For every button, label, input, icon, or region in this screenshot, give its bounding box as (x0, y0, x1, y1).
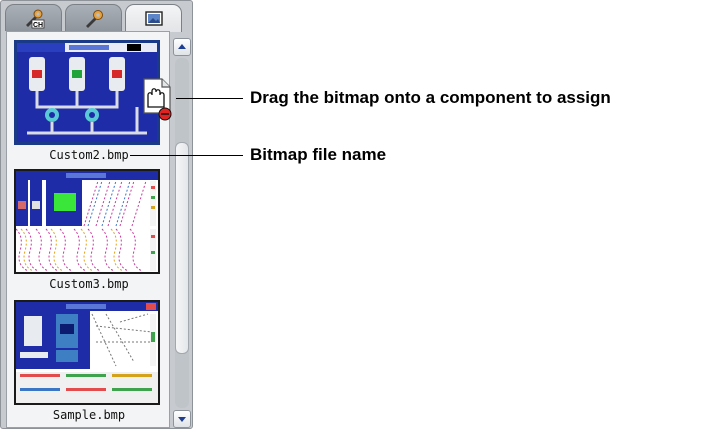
file-name-label: Sample.bmp (52, 408, 126, 422)
bitmap-panel: CH Custom2.bmp Custom3.bmp Sample.bmp (0, 0, 193, 429)
drag-cursor-icon (143, 78, 172, 121)
vertical-scrollbar[interactable] (173, 38, 191, 428)
arrow-down-icon (178, 417, 186, 422)
tab-bitmaps[interactable] (125, 4, 182, 32)
tab-ch-label: CH (33, 22, 43, 29)
scroll-track[interactable] (175, 58, 189, 408)
scroll-up-button[interactable] (173, 38, 191, 56)
drag-callout-line (176, 98, 243, 99)
tab-channel-settings[interactable]: CH (5, 4, 62, 31)
image-icon (145, 11, 163, 26)
tab-bar: CH (5, 4, 193, 32)
wrench-icon (86, 10, 103, 28)
drag-callout-text: Drag the bitmap onto a component to assi… (250, 88, 611, 107)
plant-diagram-image (17, 43, 157, 142)
channel-wrench-icon: CH (26, 9, 45, 29)
tab-settings[interactable] (65, 4, 122, 31)
scroll-down-button[interactable] (173, 410, 191, 428)
bitmap-thumbnail[interactable] (14, 300, 160, 405)
bitmap-thumbnail[interactable] (14, 169, 160, 274)
filename-callout-line (130, 155, 243, 156)
sample-screen-image (16, 302, 158, 403)
trend-screen-image (16, 171, 158, 272)
scroll-thumb[interactable] (175, 142, 189, 354)
filename-callout-text: Bitmap file name (250, 145, 387, 164)
file-name-label: Custom3.bmp (49, 277, 129, 291)
arrow-up-icon (178, 44, 186, 49)
